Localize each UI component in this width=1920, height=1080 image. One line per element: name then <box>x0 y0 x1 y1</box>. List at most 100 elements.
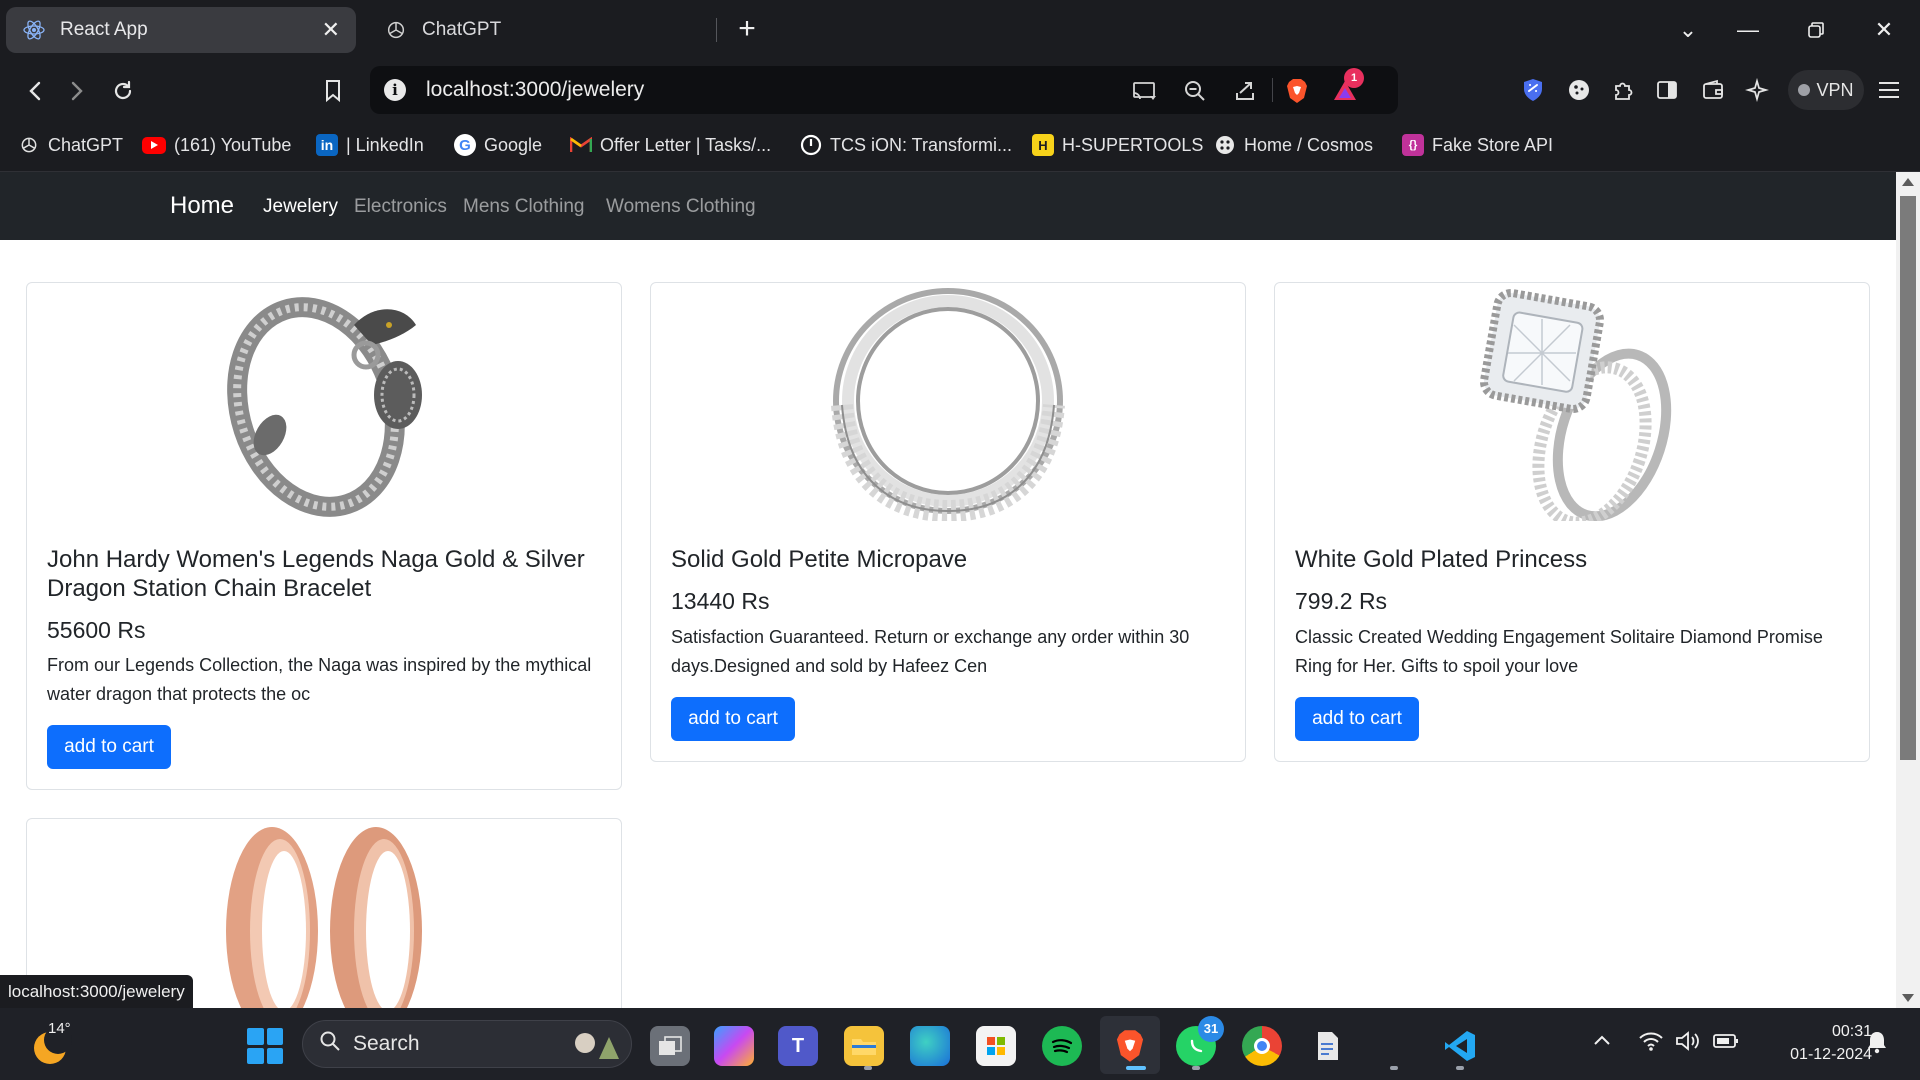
notification-bell-icon[interactable] <box>1866 1030 1888 1060</box>
youtube-icon <box>142 136 166 154</box>
bookmark-label: Home / Cosmos <box>1244 134 1374 155</box>
h-supertools-icon: H <box>1032 134 1054 156</box>
weather-widget[interactable]: 14° <box>28 1020 88 1070</box>
site-info-icon[interactable]: i <box>384 79 406 101</box>
product-title: John Hardy Women's Legends Naga Gold & S… <box>47 546 585 602</box>
teams-icon[interactable]: T <box>778 1026 818 1066</box>
brave-shields-icon[interactable] <box>1282 76 1312 106</box>
tab-search-chevron-icon[interactable]: ⌄ <box>1668 12 1708 48</box>
openai-icon <box>18 134 40 156</box>
bookmark-linkedin[interactable]: in | LinkedIn <box>316 130 424 160</box>
bookmark-tcs-ion[interactable]: TCS iON: Transformi... <box>800 130 1012 160</box>
tab-react-app[interactable]: React App ✕ <box>6 7 356 53</box>
product-title: White Gold Plated Princess <box>1295 546 1588 573</box>
windows-logo-tile <box>247 1028 264 1045</box>
taskbar-search[interactable]: Search <box>302 1020 632 1068</box>
browser-toolbar: i localhost:3000/jewelery 1 VPN <box>0 60 1920 120</box>
cast-icon[interactable] <box>1130 76 1160 106</box>
vscode-icon[interactable] <box>1440 1026 1480 1066</box>
forward-button[interactable] <box>60 74 94 108</box>
scroll-up-arrow-icon[interactable] <box>1902 178 1914 186</box>
reload-button[interactable] <box>106 74 140 108</box>
tab-chatgpt[interactable]: ChatGPT <box>372 7 722 53</box>
nav-link-mens-clothing[interactable]: Mens Clothing <box>463 196 584 218</box>
openai-icon <box>384 18 408 42</box>
cosmos-icon <box>1214 134 1236 156</box>
bookmark-icon[interactable] <box>316 74 350 108</box>
start-button[interactable] <box>247 1028 283 1064</box>
share-icon[interactable] <box>1230 76 1260 106</box>
bookmark-offer-letter[interactable]: Offer Letter | Tasks/... <box>570 130 771 160</box>
navbar-brand-home[interactable]: Home <box>170 192 234 220</box>
volume-icon[interactable] <box>1674 1030 1700 1058</box>
fakestore-icon: {} <box>1402 134 1424 156</box>
bitwarden-shield-icon[interactable] <box>1518 75 1548 105</box>
minimize-button[interactable]: — <box>1728 12 1768 48</box>
nav-link-electronics[interactable]: Electronics <box>354 196 447 218</box>
tab-strip: React App ✕ ChatGPT + ⌄ — ✕ <box>0 0 1920 60</box>
bookmark-cosmos[interactable]: Home / Cosmos <box>1214 130 1373 160</box>
wallet-icon[interactable] <box>1698 75 1728 105</box>
add-to-cart-button[interactable]: add to cart <box>671 697 795 741</box>
bookmark-h-supertools[interactable]: H H-SUPERTOOLS <box>1032 130 1203 160</box>
bookmark-label: | LinkedIn <box>346 134 424 155</box>
spotify-icon[interactable] <box>1042 1026 1082 1066</box>
battery-icon[interactable] <box>1712 1030 1740 1058</box>
microsoft-store-icon[interactable] <box>976 1026 1016 1066</box>
clock-time: 00:31 <box>1831 1023 1872 1040</box>
running-indicator <box>1390 1066 1398 1070</box>
bookmark-fake-store-api[interactable]: {} Fake Store API <box>1402 130 1553 160</box>
vpn-button[interactable]: VPN <box>1788 70 1864 110</box>
close-window-button[interactable]: ✕ <box>1864 12 1904 48</box>
sidebar-icon[interactable] <box>1652 75 1682 105</box>
add-to-cart-button[interactable]: add to cart <box>47 725 171 769</box>
extensions-puzzle-icon[interactable] <box>1608 75 1638 105</box>
scroll-down-arrow-icon[interactable] <box>1902 994 1914 1002</box>
linkedin-icon: in <box>316 134 338 156</box>
nav-link-jewelery[interactable]: Jewelery <box>263 196 338 218</box>
bookmark-label: Google <box>484 134 543 155</box>
product-card: John Hardy Women's Legends Naga Gold & S… <box>26 282 622 790</box>
task-view-icon[interactable] <box>650 1026 690 1066</box>
windows-taskbar: 14° Search T 31 00:31 01-12-2024 <box>0 1008 1920 1080</box>
windows-logo-tile <box>247 1047 264 1064</box>
file-explorer-icon[interactable] <box>844 1026 884 1066</box>
page-scrollbar[interactable] <box>1896 172 1920 1008</box>
dragon-bracelet-image <box>204 285 444 521</box>
wifi-icon[interactable] <box>1638 1030 1664 1058</box>
copilot-icon[interactable] <box>714 1026 754 1066</box>
cookie-extension-icon[interactable] <box>1564 75 1594 105</box>
system-clock[interactable]: 00:31 01-12-2024 <box>1752 1020 1872 1066</box>
search-icon <box>319 1030 341 1058</box>
nav-link-womens-clothing[interactable]: Womens Clothing <box>606 196 756 218</box>
address-bar-url[interactable]: localhost:3000/jewelery <box>426 78 644 102</box>
back-button[interactable] <box>18 74 52 108</box>
menu-icon[interactable] <box>1874 75 1904 105</box>
zoom-icon[interactable] <box>1180 76 1210 106</box>
leo-ai-icon[interactable] <box>1742 75 1772 105</box>
omnibox-divider <box>1272 78 1273 102</box>
tray-chevron-up-icon[interactable] <box>1592 1030 1612 1053</box>
tab-separator <box>716 18 717 42</box>
restore-button[interactable] <box>1796 12 1836 48</box>
bookmark-youtube[interactable]: (161) YouTube <box>142 130 291 160</box>
new-tab-button[interactable]: + <box>732 12 762 48</box>
google-icon: G <box>454 134 476 156</box>
address-bar[interactable]: i localhost:3000/jewelery 1 <box>370 66 1398 114</box>
add-to-cart-button[interactable]: add to cart <box>1295 697 1419 741</box>
bookmark-google[interactable]: G Google <box>454 130 542 160</box>
edge-icon[interactable] <box>910 1026 950 1066</box>
close-icon[interactable]: ✕ <box>322 17 340 43</box>
running-indicator <box>1192 1066 1200 1070</box>
document-icon[interactable] <box>1308 1026 1348 1066</box>
bookmark-chatgpt[interactable]: ChatGPT <box>18 130 123 160</box>
active-indicator <box>1126 1066 1146 1070</box>
search-highlight-icon <box>575 1033 619 1059</box>
scroll-thumb[interactable] <box>1900 196 1916 760</box>
product-card: White Gold Plated Princess 799.2 Rs Clas… <box>1274 282 1870 762</box>
chrome-icon[interactable] <box>1242 1026 1282 1066</box>
product-description: Classic Created Wedding Engagement Solit… <box>1295 627 1823 676</box>
brave-taskbar-icon[interactable] <box>1110 1026 1150 1066</box>
windows-logo-tile <box>266 1047 283 1064</box>
react-icon <box>22 18 46 42</box>
